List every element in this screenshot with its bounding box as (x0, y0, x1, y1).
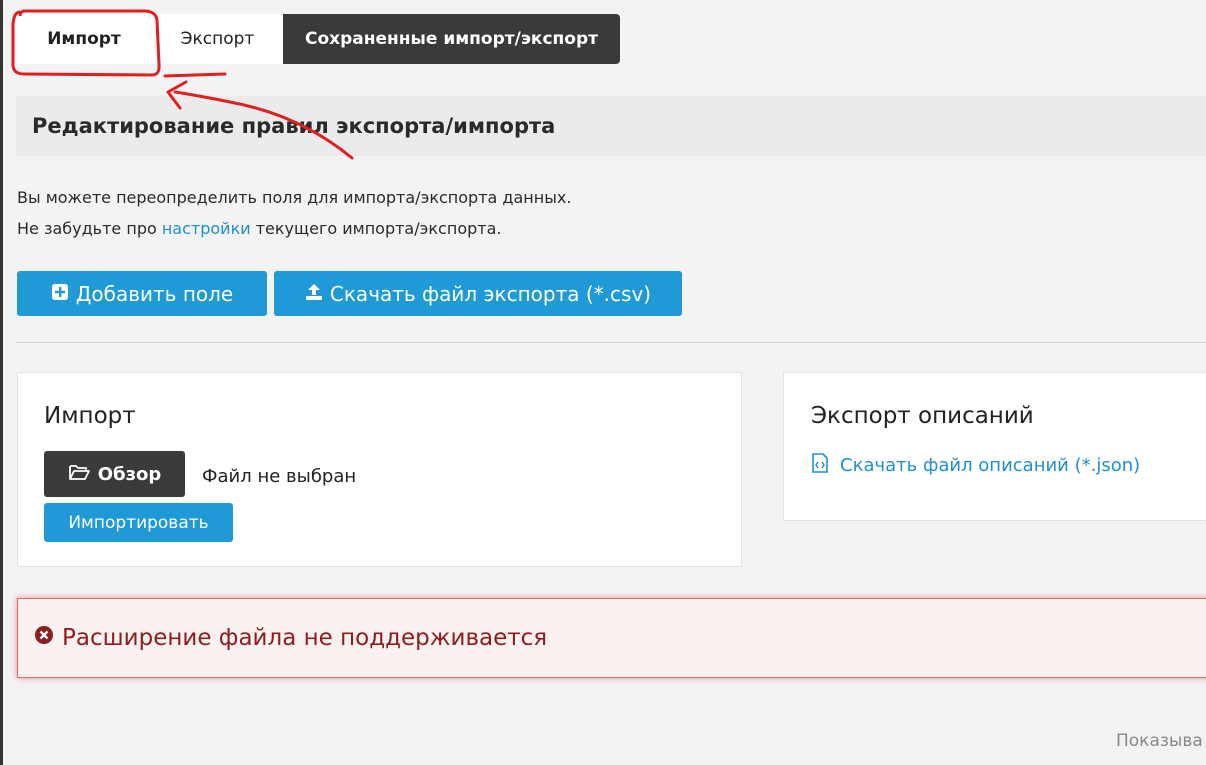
intro-line-1: Вы можете переопределить поля для импорт… (17, 188, 572, 207)
tab-import[interactable]: Импорт (16, 14, 152, 64)
export-card-title: Экспорт описаний (811, 403, 1034, 429)
add-field-button[interactable]: Добавить поле (17, 271, 267, 316)
pagination-info: Показыва (1116, 731, 1203, 751)
tab-saved-import-export[interactable]: Сохраненные импорт/экспорт (283, 14, 620, 64)
intro-text: Вы можете переопределить поля для импорт… (17, 182, 571, 244)
error-message: Расширение файла не поддерживается (62, 625, 548, 651)
download-json-link[interactable]: Скачать файл описаний (*.json) (810, 453, 1140, 478)
import-card-title: Импорт (44, 403, 136, 429)
file-status: Файл не выбран (202, 466, 357, 487)
folder-open-icon (68, 463, 90, 486)
plus-square-icon (51, 282, 69, 306)
error-alert: Расширение файла не поддерживается (17, 598, 1206, 678)
download-json-label: Скачать файл описаний (*.json) (840, 455, 1141, 476)
download-csv-label: Скачать файл экспорта (*.csv) (329, 281, 652, 306)
download-csv-button[interactable]: Скачать файл экспорта (*.csv) (274, 271, 682, 316)
intro-line-2-prefix: Не забудьте про (17, 219, 162, 238)
code-file-icon (810, 453, 830, 478)
import-button[interactable]: Импортировать (44, 503, 233, 542)
intro-line-2-suffix: текущего импорта/экспорта. (250, 219, 502, 238)
browse-button[interactable]: Обзор (44, 451, 185, 497)
upload-icon (305, 282, 323, 306)
settings-link[interactable]: настройки (162, 219, 251, 238)
divider (16, 342, 1206, 343)
times-circle-icon (34, 625, 54, 651)
tab-bar: Импорт Экспорт Сохраненные импорт/экспор… (16, 14, 620, 64)
browse-label: Обзор (97, 463, 162, 485)
import-card: Импорт Обзор Файл не выбран Импортироват… (17, 372, 742, 567)
intro-line-2: Не забудьте про настройки текущего импор… (17, 213, 571, 244)
window-left-border (0, 0, 3, 765)
export-descriptions-card: Экспорт описаний Скачать файл описаний (… (783, 372, 1206, 521)
add-field-label: Добавить поле (75, 281, 234, 306)
tab-export[interactable]: Экспорт (152, 14, 283, 64)
section-title: Редактирование правил экспорта/импорта (16, 96, 1206, 156)
